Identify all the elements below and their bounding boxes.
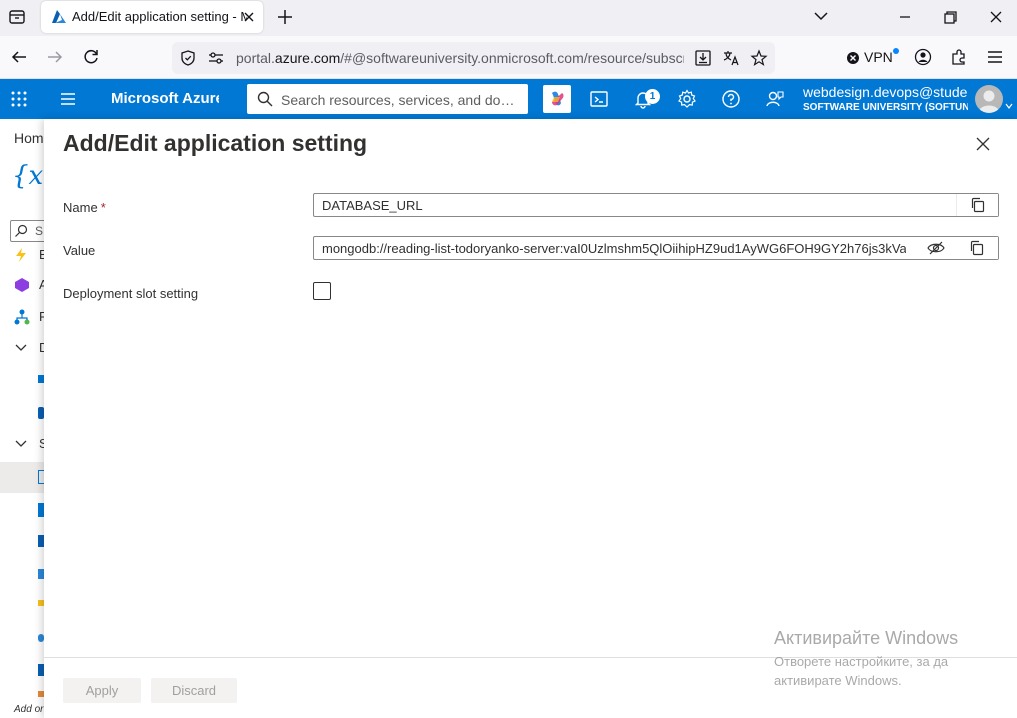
url-text[interactable]: portal.azure.com/#@softwareuniversity.on… (236, 50, 684, 66)
address-bar[interactable]: portal.azure.com/#@softwareuniversity.on… (172, 42, 775, 74)
restore-icon[interactable] (939, 6, 961, 28)
account-info[interactable]: webdesign.devops@students.softuni.bg SOF… (803, 84, 968, 113)
menu-search-placeholder: S (35, 224, 44, 238)
window-close-icon[interactable] (985, 6, 1007, 28)
search-icon (14, 224, 28, 243)
bookmark-star-icon[interactable] (750, 49, 768, 67)
value-label: Value (63, 243, 96, 258)
vpn-label: VPN (864, 49, 893, 65)
user-directory: SOFTWARE UNIVERSITY (SOFTUNI.ONMICROSOFT… (803, 102, 968, 113)
search-icon (257, 91, 273, 112)
value-value[interactable]: mongodb://reading-list-todoryanko-server… (322, 241, 906, 256)
hide-eye-icon (927, 241, 945, 255)
deployment-slot-checkbox[interactable] (313, 282, 331, 300)
download-page-icon[interactable] (694, 49, 712, 67)
menu-item-access[interactable]: A (14, 277, 44, 293)
apply-button[interactable]: Apply (63, 678, 141, 703)
deployment-slot-label: Deployment slot setting (63, 286, 199, 301)
menu-group-settings[interactable]: S (14, 436, 44, 452)
global-search-input[interactable]: Search resources, services, and docs (G+… (247, 84, 528, 114)
vpn-status-icon (846, 51, 860, 68)
menu-icon[interactable] (986, 48, 1004, 66)
portal-menu-icon[interactable] (58, 89, 78, 109)
name-field[interactable]: DATABASE_URL (313, 193, 999, 217)
menu-group-deployment[interactable]: D (14, 340, 44, 356)
copilot-icon[interactable] (543, 85, 571, 113)
copy-name-button[interactable] (956, 194, 998, 216)
tab-close-icon[interactable] (241, 9, 257, 25)
notification-badge: 1 (645, 89, 660, 104)
close-icon[interactable] (974, 135, 992, 153)
azure-brand[interactable]: Microsoft Azure (111, 90, 219, 107)
background-page: Home {x} S E A F D S Add or (0, 119, 44, 718)
toggle-visibility-button[interactable] (914, 237, 956, 259)
menu-item-events[interactable]: E (14, 247, 44, 263)
required-asterisk: * (100, 200, 106, 215)
copy-icon (971, 197, 985, 213)
browser-nav-bar: portal.azure.com/#@softwareuniversity.on… (0, 36, 1017, 79)
account-icon[interactable] (914, 48, 932, 66)
azure-favicon-icon (51, 9, 67, 25)
app-launcher-icon[interactable] (9, 89, 29, 109)
discard-button[interactable]: Discard (151, 678, 237, 703)
tab-title: Add/Edit application setting - Microsoft… (72, 9, 247, 24)
avatar[interactable] (975, 85, 1003, 113)
copy-icon (970, 240, 984, 256)
help-icon[interactable] (721, 89, 741, 109)
copy-value-button[interactable] (956, 237, 998, 259)
search-placeholder: Search resources, services, and docs (G+… (281, 92, 519, 108)
reload-icon[interactable] (82, 48, 100, 66)
watermark-line-2: активирате Windows. (774, 673, 902, 688)
browser-tab-active[interactable]: Add/Edit application setting - Microsoft… (41, 1, 263, 33)
chevron-down-icon[interactable] (813, 8, 829, 24)
windows-activation-watermark: Активирайте Windows Отворете настройките… (774, 628, 958, 690)
name-label: Name * (63, 200, 106, 215)
minimize-icon[interactable] (894, 6, 916, 28)
cloud-shell-icon[interactable] (589, 89, 609, 109)
menu-item-selected[interactable] (0, 462, 44, 493)
shield-icon[interactable] (179, 49, 197, 67)
page-title: Add/Edit application setting (63, 130, 368, 156)
user-email: webdesign.devops@students.softuni.bg (803, 84, 968, 100)
menu-item-flow[interactable]: F (14, 309, 44, 325)
account-chevron-icon[interactable] (1005, 97, 1013, 115)
value-field[interactable]: mongodb://reading-list-todoryanko-server… (313, 236, 999, 260)
settings-gear-icon[interactable] (677, 89, 697, 109)
back-icon[interactable] (10, 48, 28, 66)
variable-resource-icon: {x} (12, 161, 44, 191)
azure-top-bar: Microsoft Azure Search resources, servic… (0, 79, 1017, 119)
browser-tab-strip: Add/Edit application setting - Microsoft… (0, 0, 1017, 36)
new-tab-icon[interactable] (276, 8, 294, 26)
breadcrumb-home[interactable]: Home (14, 130, 44, 146)
translate-icon[interactable] (722, 49, 740, 67)
site-permissions-icon[interactable] (207, 49, 225, 67)
extensions-icon[interactable] (950, 48, 968, 66)
feedback-icon[interactable] (765, 89, 785, 109)
add-or-text: Add or (14, 704, 44, 715)
watermark-title: Активирайте Windows (774, 628, 959, 648)
name-value[interactable]: DATABASE_URL (322, 198, 942, 213)
watermark-line-1: Отворете настройките, за да (774, 654, 949, 669)
forward-icon[interactable] (46, 48, 64, 66)
tab-overview-icon[interactable] (6, 6, 28, 28)
menu-search-input[interactable]: S (10, 220, 44, 242)
vpn-dot (893, 48, 899, 54)
